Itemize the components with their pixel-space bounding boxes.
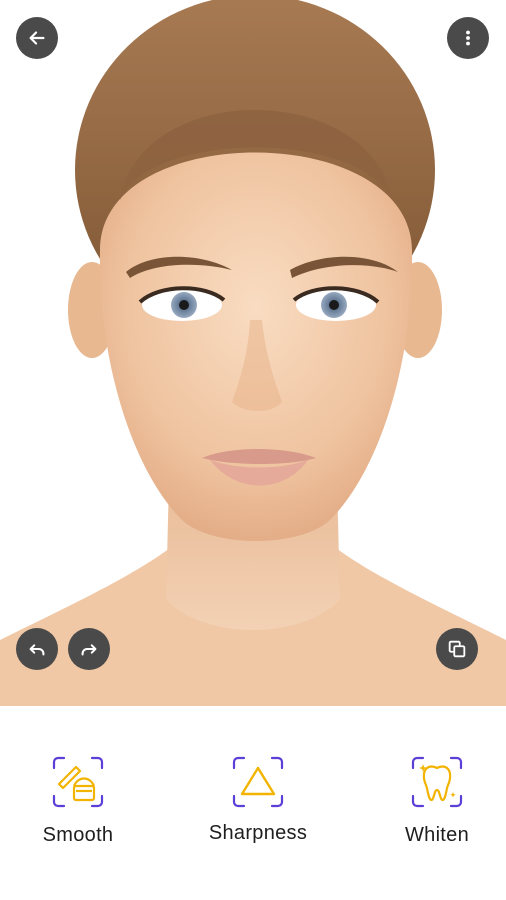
tool-smooth[interactable]: Smooth (8, 754, 148, 847)
smooth-cream-icon (50, 754, 106, 810)
undo-icon (29, 644, 45, 656)
arrow-left-icon (29, 31, 45, 45)
compare-icon (448, 640, 466, 658)
tool-bar: Smooth Sharpness Whiten (0, 706, 506, 900)
back-button[interactable] (16, 17, 58, 59)
tool-whiten[interactable]: Whiten (367, 754, 506, 847)
more-options-button[interactable] (447, 17, 489, 59)
redo-icon (81, 644, 97, 656)
undo-button[interactable] (16, 628, 58, 670)
tool-sharpness-label: Sharpness (208, 822, 308, 844)
tooth-whiten-icon (409, 754, 465, 810)
tool-sharpness[interactable]: Sharpness (188, 754, 328, 845)
more-vertical-icon (466, 30, 470, 46)
portrait-photo (0, 0, 506, 706)
photo-editor-screen: Smooth Sharpness Whiten (0, 0, 506, 900)
compare-button[interactable] (436, 628, 478, 670)
tool-whiten-label: Whiten (404, 824, 470, 846)
tool-smooth-label: Smooth (42, 824, 114, 846)
triangle-sharpness-icon (230, 754, 286, 810)
redo-button[interactable] (68, 628, 110, 670)
photo-canvas[interactable] (0, 0, 506, 706)
